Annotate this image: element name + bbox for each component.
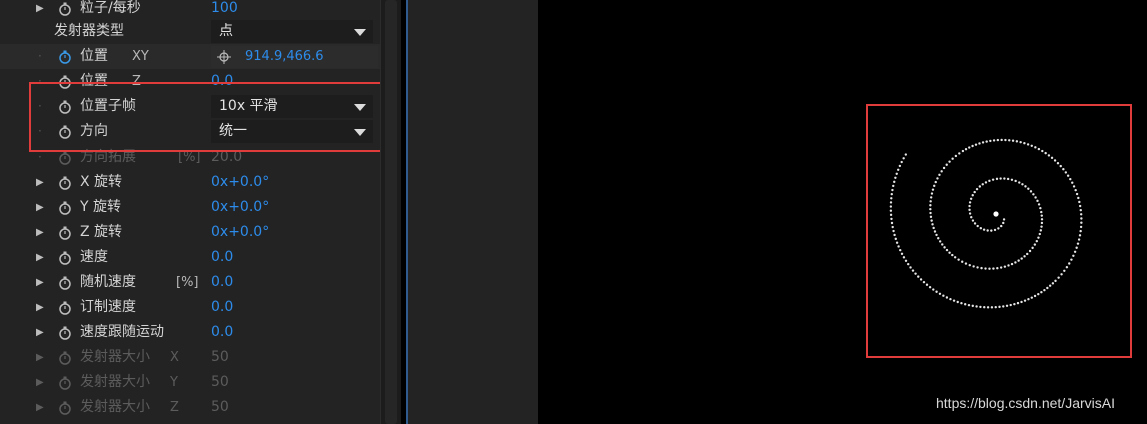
stopwatch-icon[interactable]: [58, 351, 72, 365]
dropdown-arrow-icon: [354, 29, 366, 36]
prop-label: Z 旋转: [80, 224, 123, 240]
prop-row-velocity-random[interactable]: ▶ 随机速度 [%] 0.0: [0, 270, 380, 295]
prop-row-z-rotation[interactable]: ▶ Z 旋转 0x+0.0°: [0, 220, 380, 245]
prop-row-emitter-size-y[interactable]: ▶ 发射器大小 Y 50: [0, 370, 380, 395]
stopwatch-icon[interactable]: [58, 401, 72, 415]
dropdown-value: 点: [219, 23, 233, 39]
prop-label: 位置: [80, 48, 108, 64]
prop-suffix: Z: [170, 400, 179, 415]
prop-row-emitter-type[interactable]: 发射器类型 点: [0, 19, 380, 44]
stopwatch-icon[interactable]: [58, 376, 72, 390]
prop-row-position-xy[interactable]: · 位置 XY 914.9,466.6: [0, 44, 380, 69]
prop-row-emitter-size-x[interactable]: ▶ 发射器大小 X 50: [0, 345, 380, 370]
expand-triangle-icon[interactable]: ▶: [36, 395, 48, 420]
expand-triangle-icon[interactable]: ▶: [36, 220, 48, 245]
prop-row-velocity[interactable]: ▶ 速度 0.0: [0, 245, 380, 270]
prop-label: 速度跟随运动: [80, 324, 164, 340]
prop-value[interactable]: 914.9,466.6: [245, 46, 324, 68]
prop-label: 发射器大小: [80, 399, 150, 415]
stopwatch-icon[interactable]: [58, 301, 72, 315]
expand-triangle-icon[interactable]: ▶: [36, 345, 48, 370]
prop-value[interactable]: 0.0: [211, 270, 233, 295]
stopwatch-icon[interactable]: [58, 151, 72, 165]
prop-row-y-rotation[interactable]: ▶ Y 旋转 0x+0.0°: [0, 195, 380, 220]
stopwatch-icon[interactable]: [58, 176, 72, 190]
prop-label: Y 旋转: [80, 199, 122, 215]
expand-triangle-icon[interactable]: ▶: [36, 195, 48, 220]
prop-value[interactable]: 100: [211, 0, 238, 21]
expand-triangle-icon[interactable]: ▶: [36, 370, 48, 395]
prop-label: 发射器大小: [80, 349, 150, 365]
expand-triangle-icon[interactable]: ▶: [36, 320, 48, 345]
bullet-icon: ·: [38, 49, 42, 63]
expand-triangle-icon[interactable]: ▶: [36, 170, 48, 195]
stopwatch-icon[interactable]: [58, 276, 72, 290]
prop-label: 订制速度: [80, 299, 136, 315]
position-xy-field[interactable]: 914.9,466.6: [211, 46, 378, 68]
expand-triangle-icon[interactable]: ▶: [36, 295, 48, 320]
emitter-type-dropdown[interactable]: 点: [211, 20, 373, 43]
prop-value[interactable]: 0x+0.0°: [211, 170, 269, 195]
panel-scrollbar[interactable]: [380, 0, 401, 424]
prop-value[interactable]: 50: [211, 395, 229, 420]
stopwatch-icon[interactable]: [58, 50, 72, 64]
stopwatch-icon[interactable]: [58, 2, 72, 16]
highlight-box-preview: [866, 104, 1132, 358]
prop-row-particles-per-sec[interactable]: ▶ 粒子/每秒 100: [0, 0, 380, 21]
prop-label: X 旋转: [80, 174, 123, 190]
stopwatch-icon[interactable]: [58, 201, 72, 215]
prop-row-emitter-size-z[interactable]: ▶ 发射器大小 Z 50: [0, 395, 380, 420]
prop-suffix: XY: [132, 49, 149, 64]
stopwatch-icon[interactable]: [58, 326, 72, 340]
highlight-box-settings: [29, 82, 380, 152]
prop-suffix: Y: [170, 375, 178, 390]
watermark-text: https://blog.csdn.net/JarvisAI: [936, 395, 1115, 411]
prop-row-velocity-follow[interactable]: ▶ 速度跟随运动 0.0: [0, 320, 380, 345]
prop-label: 随机速度: [80, 274, 136, 290]
expand-triangle-icon[interactable]: ▶: [36, 0, 48, 21]
prop-suffix: X: [170, 350, 179, 365]
prop-value[interactable]: 50: [211, 370, 229, 395]
prop-row-x-rotation[interactable]: ▶ X 旋转 0x+0.0°: [0, 170, 380, 195]
prop-row-velocity-custom[interactable]: ▶ 订制速度 0.0: [0, 295, 380, 320]
scrollbar-thumb[interactable]: [385, 0, 397, 424]
stopwatch-icon[interactable]: [58, 251, 72, 265]
prop-value[interactable]: 0.0: [211, 295, 233, 320]
crosshair-icon[interactable]: [217, 50, 231, 64]
prop-value[interactable]: 50: [211, 345, 229, 370]
timeline-gap: [408, 0, 538, 424]
prop-suffix: [%]: [176, 275, 199, 290]
prop-label: 速度: [80, 249, 108, 265]
expand-triangle-icon[interactable]: ▶: [36, 245, 48, 270]
prop-value[interactable]: 0.0: [211, 320, 233, 345]
prop-label: 粒子/每秒: [80, 0, 141, 16]
stopwatch-icon[interactable]: [58, 226, 72, 240]
prop-label: 发射器类型: [54, 23, 124, 39]
effect-controls-panel: ▶ 粒子/每秒 100 发射器类型 点 · 位置 XY 914.9,466.6 …: [0, 0, 380, 424]
prop-value[interactable]: 0x+0.0°: [211, 195, 269, 220]
prop-label: 发射器大小: [80, 374, 150, 390]
prop-value[interactable]: 0.0: [211, 245, 233, 270]
prop-value[interactable]: 0x+0.0°: [211, 220, 269, 245]
expand-triangle-icon[interactable]: ▶: [36, 270, 48, 295]
